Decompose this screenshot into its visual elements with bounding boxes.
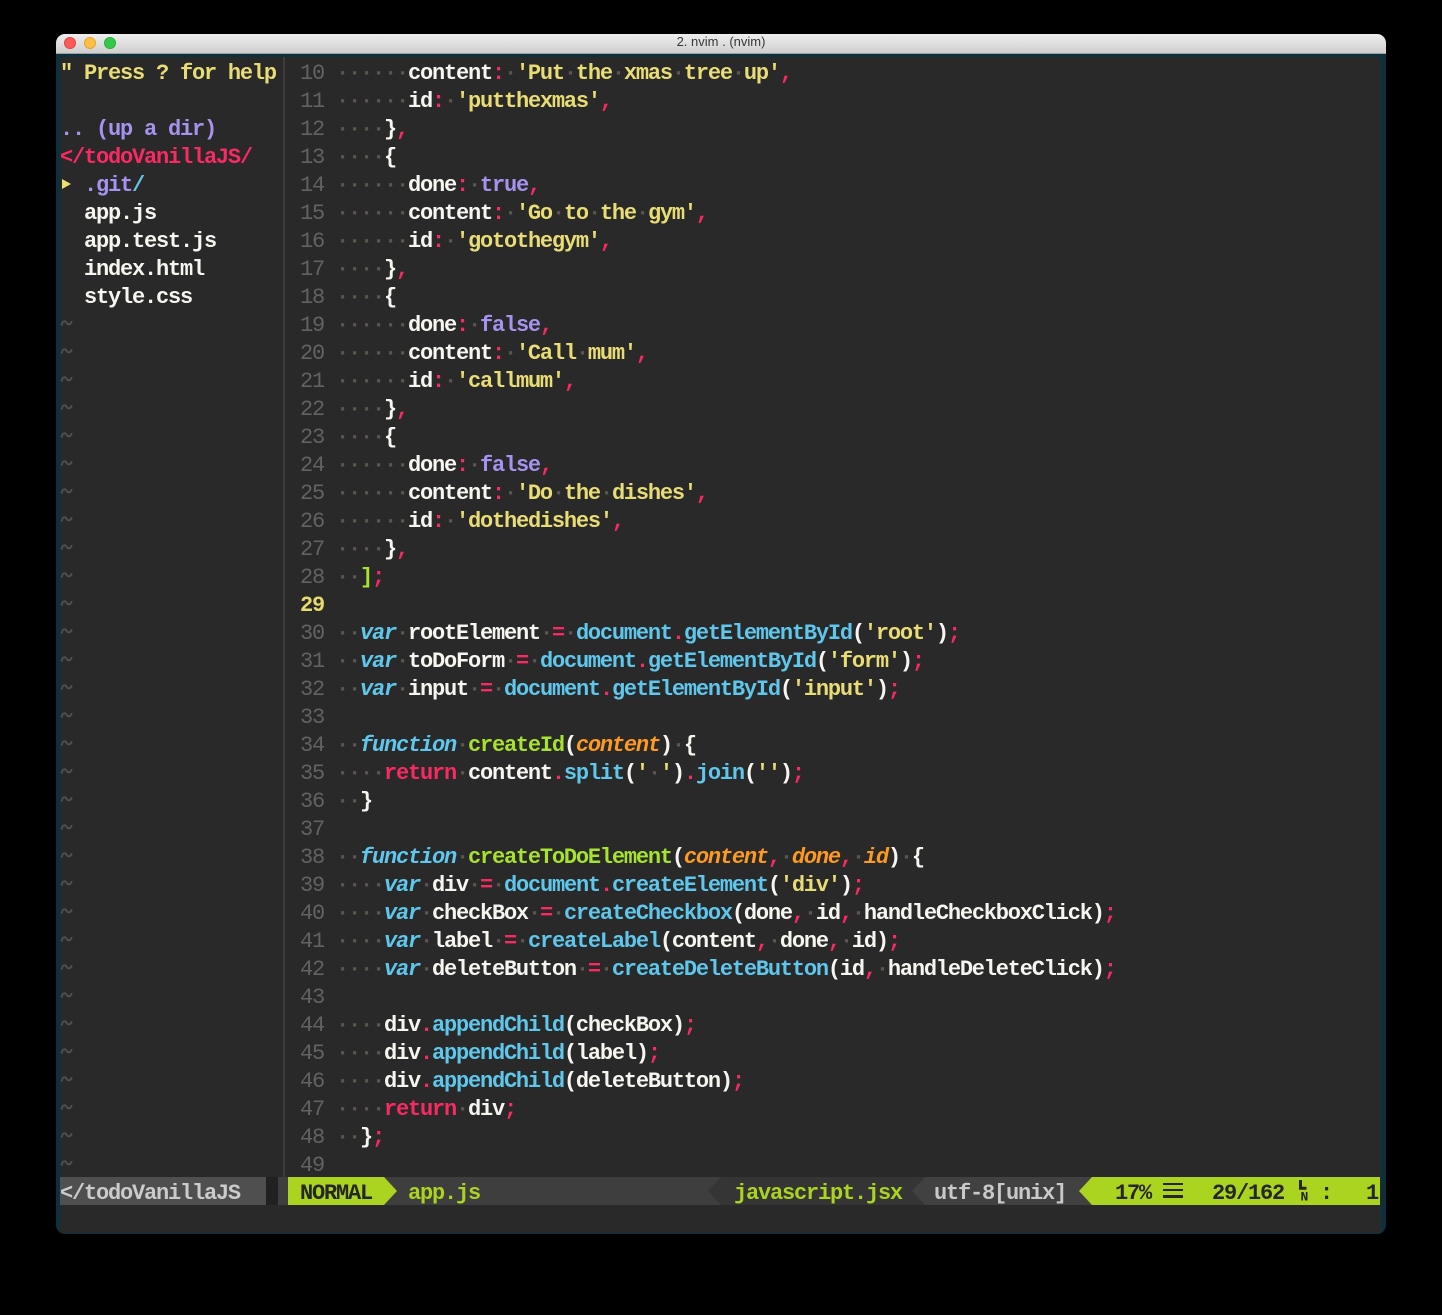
svg-text:N: N [1301,1190,1309,1205]
